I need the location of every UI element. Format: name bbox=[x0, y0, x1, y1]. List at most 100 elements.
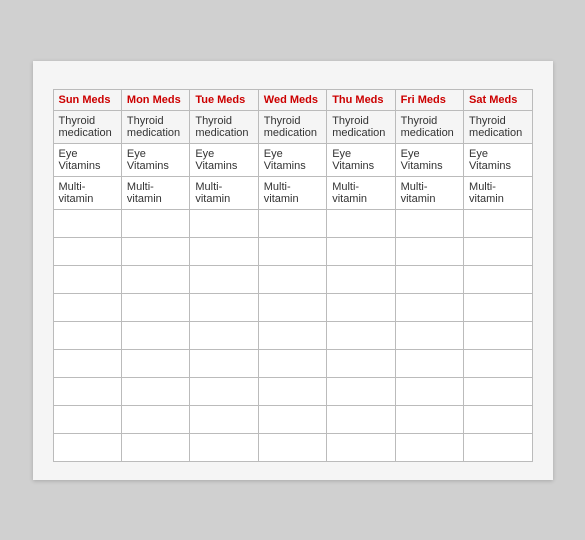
empty-cell bbox=[53, 433, 121, 461]
empty-cell bbox=[327, 237, 395, 265]
empty-cell bbox=[121, 433, 189, 461]
cell-thu-0: Thyroid medication bbox=[327, 110, 395, 143]
cell-wed-2: Multi-vitamin bbox=[258, 176, 326, 209]
empty-cell bbox=[395, 293, 463, 321]
empty-cell bbox=[395, 433, 463, 461]
empty-cell bbox=[121, 377, 189, 405]
empty-cell bbox=[395, 321, 463, 349]
empty-cell bbox=[190, 265, 258, 293]
cell-mon-2: Multi-vitamin bbox=[121, 176, 189, 209]
table-row: Thyroid medicationThyroid medicationThyr… bbox=[53, 110, 532, 143]
empty-cell bbox=[327, 265, 395, 293]
empty-cell bbox=[327, 321, 395, 349]
empty-cell bbox=[121, 209, 189, 237]
empty-cell bbox=[53, 349, 121, 377]
empty-cell bbox=[395, 349, 463, 377]
empty-cell bbox=[395, 405, 463, 433]
col-header-sun: Sun Meds bbox=[53, 89, 121, 110]
cell-thu-1: Eye Vitamins bbox=[327, 143, 395, 176]
medication-schedule-page: Sun MedsMon MedsTue MedsWed MedsThu Meds… bbox=[33, 61, 553, 480]
empty-row bbox=[53, 377, 532, 405]
cell-sat-0: Thyroid medication bbox=[464, 110, 532, 143]
empty-cell bbox=[53, 265, 121, 293]
empty-cell bbox=[464, 349, 532, 377]
schedule-table: Sun MedsMon MedsTue MedsWed MedsThu Meds… bbox=[53, 89, 533, 462]
empty-cell bbox=[53, 237, 121, 265]
cell-sun-2: Multi-vitamin bbox=[53, 176, 121, 209]
col-header-wed: Wed Meds bbox=[258, 89, 326, 110]
empty-cell bbox=[395, 209, 463, 237]
empty-cell bbox=[121, 293, 189, 321]
empty-cell bbox=[121, 237, 189, 265]
empty-cell bbox=[258, 433, 326, 461]
empty-cell bbox=[258, 377, 326, 405]
empty-cell bbox=[258, 237, 326, 265]
col-header-tue: Tue Meds bbox=[190, 89, 258, 110]
empty-cell bbox=[464, 237, 532, 265]
empty-cell bbox=[190, 349, 258, 377]
col-header-fri: Fri Meds bbox=[395, 89, 463, 110]
empty-cell bbox=[258, 265, 326, 293]
empty-cell bbox=[464, 209, 532, 237]
empty-row bbox=[53, 209, 532, 237]
empty-cell bbox=[190, 237, 258, 265]
empty-cell bbox=[190, 293, 258, 321]
empty-cell bbox=[53, 405, 121, 433]
cell-mon-0: Thyroid medication bbox=[121, 110, 189, 143]
empty-cell bbox=[121, 321, 189, 349]
table-row: Eye VitaminsEye VitaminsEye VitaminsEye … bbox=[53, 143, 532, 176]
cell-sun-1: Eye Vitamins bbox=[53, 143, 121, 176]
empty-cell bbox=[190, 433, 258, 461]
cell-sun-0: Thyroid medication bbox=[53, 110, 121, 143]
cell-tue-2: Multi-vitamin bbox=[190, 176, 258, 209]
empty-cell bbox=[190, 209, 258, 237]
cell-thu-2: Multi-vitamin bbox=[327, 176, 395, 209]
cell-tue-1: Eye Vitamins bbox=[190, 143, 258, 176]
empty-cell bbox=[190, 321, 258, 349]
cell-fri-1: Eye Vitamins bbox=[395, 143, 463, 176]
empty-cell bbox=[327, 209, 395, 237]
empty-cell bbox=[327, 377, 395, 405]
empty-cell bbox=[464, 293, 532, 321]
empty-cell bbox=[395, 265, 463, 293]
empty-cell bbox=[121, 265, 189, 293]
empty-row bbox=[53, 349, 532, 377]
cell-wed-0: Thyroid medication bbox=[258, 110, 326, 143]
cell-tue-0: Thyroid medication bbox=[190, 110, 258, 143]
empty-cell bbox=[53, 293, 121, 321]
cell-wed-1: Eye Vitamins bbox=[258, 143, 326, 176]
empty-cell bbox=[464, 433, 532, 461]
cell-sat-1: Eye Vitamins bbox=[464, 143, 532, 176]
empty-cell bbox=[190, 405, 258, 433]
empty-cell bbox=[121, 349, 189, 377]
empty-cell bbox=[258, 293, 326, 321]
empty-cell bbox=[53, 321, 121, 349]
empty-cell bbox=[395, 237, 463, 265]
cell-fri-2: Multi-vitamin bbox=[395, 176, 463, 209]
col-header-mon: Mon Meds bbox=[121, 89, 189, 110]
empty-cell bbox=[464, 405, 532, 433]
empty-cell bbox=[258, 349, 326, 377]
empty-row bbox=[53, 237, 532, 265]
empty-cell bbox=[395, 377, 463, 405]
empty-cell bbox=[464, 265, 532, 293]
col-header-thu: Thu Meds bbox=[327, 89, 395, 110]
table-row: Multi-vitaminMulti-vitaminMulti-vitaminM… bbox=[53, 176, 532, 209]
empty-cell bbox=[327, 349, 395, 377]
empty-row bbox=[53, 405, 532, 433]
cell-sat-2: Multi-vitamin bbox=[464, 176, 532, 209]
empty-row bbox=[53, 293, 532, 321]
empty-cell bbox=[258, 209, 326, 237]
empty-row bbox=[53, 321, 532, 349]
cell-mon-1: Eye Vitamins bbox=[121, 143, 189, 176]
empty-cell bbox=[464, 321, 532, 349]
empty-cell bbox=[327, 405, 395, 433]
cell-fri-0: Thyroid medication bbox=[395, 110, 463, 143]
empty-cell bbox=[258, 405, 326, 433]
col-header-sat: Sat Meds bbox=[464, 89, 532, 110]
empty-cell bbox=[327, 293, 395, 321]
empty-cell bbox=[258, 321, 326, 349]
empty-cell bbox=[327, 433, 395, 461]
empty-cell bbox=[464, 377, 532, 405]
empty-row bbox=[53, 265, 532, 293]
